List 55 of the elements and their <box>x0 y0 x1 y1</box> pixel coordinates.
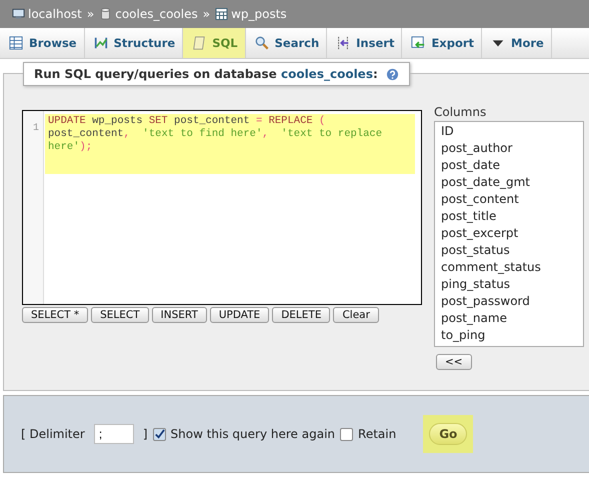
columns-label: Columns <box>434 105 488 119</box>
checkbox[interactable] <box>340 428 354 440</box>
checkbox-label: Show this query here again <box>170 427 336 441</box>
breadcrumb-separator: » <box>202 7 210 21</box>
insert-icon <box>336 36 350 50</box>
column-item[interactable]: to_ping <box>441 327 577 344</box>
query-button[interactable]: SELECT * <box>22 307 88 323</box>
column-item[interactable]: post_status <box>441 242 577 259</box>
delimiter-label: [ Delimiter <box>21 427 85 441</box>
sql-editor[interactable]: 1 UPDATE wp_posts SET post_content = REPLACE ( post_content, 'text to find here', 'text to replace here'); <box>22 110 422 305</box>
query-button[interactable]: Clear <box>333 307 379 323</box>
column-item[interactable]: post_date_gmt <box>441 174 577 191</box>
breadcrumb-link[interactable]: localhost <box>28 7 82 21</box>
breadcrumb-link[interactable]: cooles_cooles <box>115 7 198 21</box>
tab[interactable]: Export <box>402 28 482 58</box>
scroll-icon <box>192 36 206 50</box>
query-button[interactable]: INSERT <box>152 307 207 323</box>
checkbox-label: Retain <box>358 427 396 441</box>
column-item[interactable]: post_author <box>441 140 577 157</box>
go-button[interactable]: Go <box>429 423 468 445</box>
column-item[interactable]: ID <box>441 123 577 140</box>
query-button[interactable]: SELECT <box>91 307 149 323</box>
breadcrumb-link[interactable]: wp_posts <box>231 7 287 21</box>
export-icon <box>411 36 426 50</box>
delimiter-field[interactable]: ; <box>94 424 134 444</box>
tab[interactable]: Search <box>246 28 328 58</box>
bracket-text: ] <box>142 427 148 441</box>
tab[interactable]: More <box>482 28 552 58</box>
search-icon <box>254 36 269 50</box>
column-item[interactable]: post_password <box>441 293 577 310</box>
tab[interactable]: Browse <box>0 28 85 58</box>
table-icon <box>9 36 23 50</box>
checkbox[interactable] <box>152 428 166 440</box>
sql-code: UPDATE wp_posts SET post_content = REPLACE ( post_content, 'text to find here', 'text to replace here'); <box>45 114 415 174</box>
query-button[interactable]: DELETE <box>272 307 330 323</box>
breadcrumb-separator: » <box>86 7 94 21</box>
column-item[interactable]: post_title <box>441 208 577 225</box>
computer-icon <box>12 8 25 20</box>
column-item[interactable]: comment_status <box>441 259 577 276</box>
column-item[interactable]: post_excerpt <box>441 225 577 242</box>
help-icon[interactable] <box>386 68 399 80</box>
structure-icon <box>94 36 108 50</box>
columns-list[interactable]: ID post_author post_date post_date_gmt post_content post_title post_excerpt post_status comment_status ping_status post_password post_name to_ping <box>434 121 584 347</box>
table-icon <box>215 8 228 20</box>
tab[interactable]: SQL <box>183 28 246 58</box>
line-number: 1 <box>32 123 39 134</box>
insert-column-button[interactable]: << <box>436 354 472 370</box>
query-button[interactable]: UPDATE <box>210 307 270 323</box>
column-item[interactable]: post_date <box>441 157 577 174</box>
column-item[interactable]: post_content <box>441 191 577 208</box>
database-icon <box>99 8 112 20</box>
column-item[interactable]: post_name <box>441 310 577 327</box>
legend-text: Run SQL query/queries on database cooles_cooles: <box>34 67 378 81</box>
tab[interactable]: Insert <box>327 28 402 58</box>
column-item[interactable]: ping_status <box>441 276 577 293</box>
